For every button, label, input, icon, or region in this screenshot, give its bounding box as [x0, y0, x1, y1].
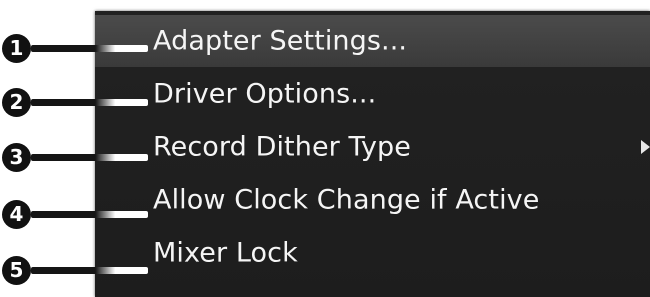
menu-item-label: Allow Clock Change if Active	[153, 184, 540, 216]
menu-item-driver-options[interactable]: Driver Options...	[95, 68, 650, 120]
callout-leader-line	[31, 99, 148, 106]
callout-5: 5	[0, 256, 160, 286]
callout-number-badge: 5	[2, 256, 31, 285]
menu-item-label: Driver Options...	[153, 78, 377, 110]
menu-item-record-dither-type[interactable]: Record Dither Type	[95, 121, 650, 173]
callout-leader-line	[31, 211, 148, 218]
menu-item-allow-clock-change[interactable]: Allow Clock Change if Active	[95, 174, 650, 226]
menu-item-label: Adapter Settings...	[153, 25, 408, 57]
callout-number-badge: 1	[2, 34, 31, 63]
menu-item-adapter-settings[interactable]: Adapter Settings...	[95, 15, 650, 67]
callout-3: 3	[0, 143, 160, 173]
callout-number-badge: 4	[2, 200, 31, 229]
callout-4: 4	[0, 200, 160, 230]
callout-number-badge: 2	[2, 88, 31, 117]
submenu-arrow-icon	[641, 140, 650, 154]
menu-item-label: Mixer Lock	[153, 237, 298, 269]
callout-number-badge: 3	[2, 143, 31, 172]
menu-item-mixer-lock[interactable]: Mixer Lock	[95, 227, 650, 279]
callout-leader-line	[31, 45, 148, 52]
annotated-screenshot: Adapter Settings... Driver Options... Re…	[0, 0, 650, 297]
context-menu: Adapter Settings... Driver Options... Re…	[95, 11, 650, 297]
callout-1: 1	[0, 34, 160, 64]
callout-leader-line	[31, 154, 148, 161]
callout-leader-line	[31, 267, 148, 274]
callout-2: 2	[0, 88, 160, 118]
menu-item-label: Record Dither Type	[153, 131, 411, 163]
